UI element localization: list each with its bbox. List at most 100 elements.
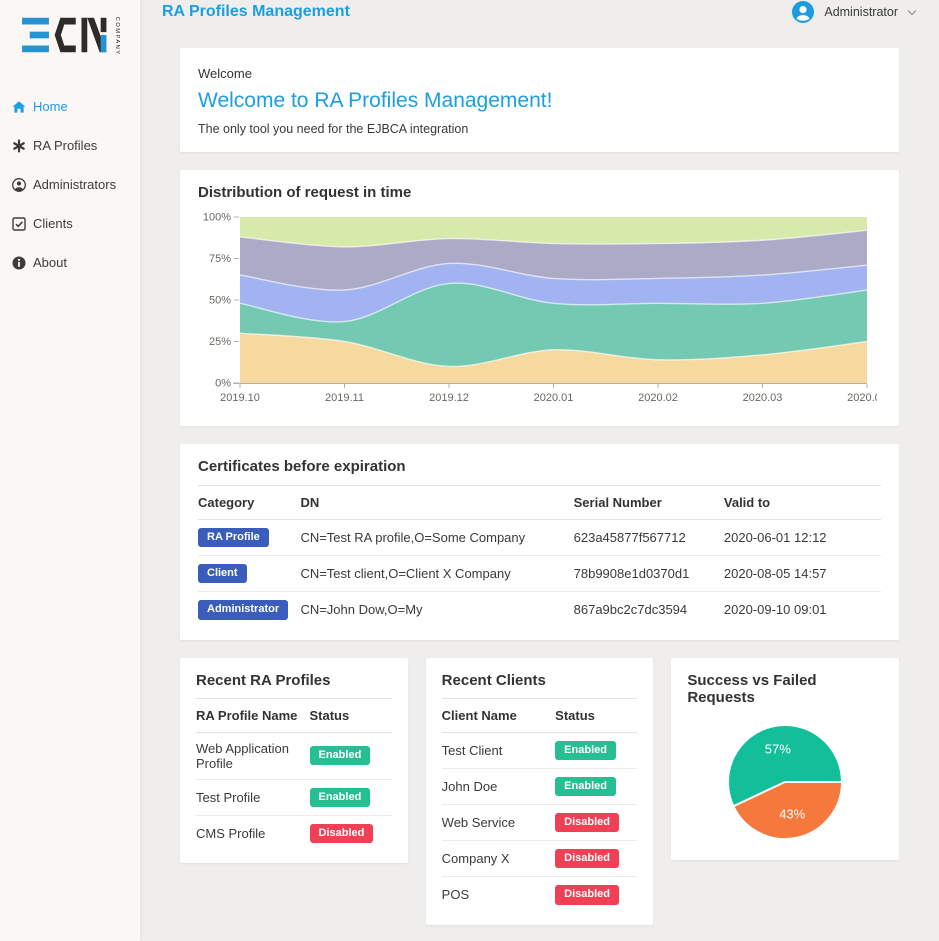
column-header-serial: Serial Number <box>574 486 724 520</box>
valid-to-cell: 2020-08-05 14:57 <box>724 556 881 592</box>
sidebar-item-home[interactable]: Home <box>0 87 140 126</box>
info-circle-icon <box>12 256 26 270</box>
status-cell: Enabled <box>555 732 637 768</box>
status-badge: Enabled <box>310 746 371 765</box>
table-row: John DoeEnabled <box>442 768 638 804</box>
table-row: POSDisabled <box>442 877 638 913</box>
stacked-area-chart: 2019.102019.112019.122020.012020.022020.… <box>198 209 877 411</box>
user-name: Administrator <box>824 5 898 19</box>
status-cell: Disabled <box>310 815 392 851</box>
name-cell: POS <box>442 877 556 913</box>
status-cell: Enabled <box>555 768 637 804</box>
sidebar-item-label: Clients <box>33 216 73 231</box>
recent-clients-card: Recent Clients Client Name Status Test C… <box>426 658 654 925</box>
category-cell: Client <box>198 556 300 592</box>
distribution-chart-card: Distribution of request in time 2019.10 2… <box>180 170 899 426</box>
recent-ra-profiles-card: Recent RA Profiles RA Profile Name Statu… <box>180 658 408 863</box>
dn-cell: CN=John Dow,O=My <box>300 592 573 628</box>
serial-cell: 78b9908e1d0370d1 <box>574 556 724 592</box>
svg-text:0%: 0% <box>215 378 231 390</box>
table-row: CMS ProfileDisabled <box>196 815 392 851</box>
name-cell: Company X <box>442 841 556 877</box>
user-avatar-icon <box>791 0 815 24</box>
welcome-title: Welcome to RA Profiles Management! <box>198 89 881 113</box>
category-cell: RA Profile <box>198 520 300 556</box>
dn-cell: CN=Test RA profile,O=Some Company <box>300 520 573 556</box>
column-header-client-name: Client Name <box>442 699 556 733</box>
svg-text:2020.03: 2020.03 <box>743 392 783 404</box>
sidebar: COMPANY Home RA Profiles <box>0 0 140 941</box>
recent-clients-body: Test ClientEnabledJohn DoeEnabledWeb Ser… <box>442 732 638 912</box>
name-cell: John Doe <box>442 768 556 804</box>
name-cell: Web Application Profile <box>196 732 310 779</box>
category-badge: Administrator <box>198 600 288 619</box>
status-cell: Disabled <box>555 841 637 877</box>
category-badge: Client <box>198 564 247 583</box>
bottom-row: Recent RA Profiles RA Profile Name Statu… <box>180 658 899 941</box>
serial-cell: 867a9bc2c7dc3594 <box>574 592 724 628</box>
svg-text:2019.12: 2019.12 <box>429 392 469 404</box>
status-cell: Enabled <box>310 779 392 815</box>
category-cell: Administrator <box>198 592 300 628</box>
svg-text:2019.10: 2019.10 <box>220 392 260 404</box>
status-cell: Enabled <box>310 732 392 779</box>
sidebar-item-label: Home <box>33 99 68 114</box>
user-circle-icon <box>12 178 26 192</box>
name-cell: Test Client <box>442 732 556 768</box>
certificates-card: Certificates before expiration Category … <box>180 444 899 640</box>
table-row: Client CN=Test client,O=Client X Company7… <box>198 556 881 592</box>
sidebar-item-clients[interactable]: Clients <box>0 204 140 243</box>
table-row: Administrator CN=John Dow,O=My867a9bc2c7d… <box>198 592 881 628</box>
sidebar-item-about[interactable]: About <box>0 243 140 282</box>
main-area: RA Profiles Management Administrator Wel… <box>140 0 939 941</box>
svg-text:25%: 25% <box>209 336 231 348</box>
svg-text:100%: 100% <box>203 212 231 224</box>
column-header-ra-profile-name: RA Profile Name <box>196 699 310 733</box>
user-menu[interactable]: Administrator <box>791 0 917 24</box>
sidebar-item-label: RA Profiles <box>33 138 97 153</box>
sidebar-nav: Home RA Profiles Administr <box>0 87 140 282</box>
name-cell: CMS Profile <box>196 815 310 851</box>
name-cell: Web Service <box>442 804 556 840</box>
company-logo: COMPANY <box>0 8 140 63</box>
success-failed-pie-chart: 57%43% <box>710 716 860 848</box>
welcome-card: Welcome Welcome to RA Profiles Managemen… <box>180 48 899 152</box>
sidebar-item-ra-profiles[interactable]: RA Profiles <box>0 126 140 165</box>
pie-title: Success vs Failed Requests <box>687 672 883 706</box>
column-header-status: Status <box>310 699 392 733</box>
status-badge: Disabled <box>555 849 619 868</box>
table-row: Test ProfileEnabled <box>196 779 392 815</box>
recent-clients-table: Client Name Status Test ClientEnabledJoh… <box>442 699 638 913</box>
app-root: COMPANY Home RA Profiles <box>0 0 939 941</box>
logo-3key-icon: COMPANY <box>16 12 124 58</box>
svg-text:75%: 75% <box>209 253 231 265</box>
page-title: RA Profiles Management <box>162 3 350 21</box>
valid-to-cell: 2020-06-01 12:12 <box>724 520 881 556</box>
sidebar-item-administrators[interactable]: Administrators <box>0 165 140 204</box>
chart-title: Distribution of request in time <box>198 184 881 201</box>
svg-text:43%: 43% <box>779 806 805 821</box>
table-row: Test ClientEnabled <box>442 732 638 768</box>
recent-ra-profiles-title: Recent RA Profiles <box>196 672 392 699</box>
column-header-dn: DN <box>300 486 573 520</box>
table-row: RA Profile CN=Test RA profile,O=Some Comp… <box>198 520 881 556</box>
category-badge: RA Profile <box>198 528 269 547</box>
svg-text:2019.11: 2019.11 <box>325 392 364 404</box>
welcome-eyebrow: Welcome <box>198 66 881 81</box>
certificates-title: Certificates before expiration <box>198 458 881 486</box>
svg-text:50%: 50% <box>209 295 231 307</box>
status-badge: Enabled <box>555 777 616 796</box>
sidebar-item-label: About <box>33 255 67 270</box>
home-icon <box>12 100 26 114</box>
dn-cell: CN=Test client,O=Client X Company <box>300 556 573 592</box>
column-header-category: Category <box>198 486 300 520</box>
valid-to-cell: 2020-09-10 09:01 <box>724 592 881 628</box>
recent-ra-profiles-table: RA Profile Name Status Web Application P… <box>196 699 392 851</box>
column-header-valid-to: Valid to <box>724 486 881 520</box>
svg-text:2020.04: 2020.04 <box>847 392 877 404</box>
table-row: Web ServiceDisabled <box>442 804 638 840</box>
chevron-down-icon <box>907 9 917 16</box>
recent-ra-profiles-body: Web Application ProfileEnabledTest Profi… <box>196 732 392 851</box>
certificates-table-body: RA Profile CN=Test RA profile,O=Some Comp… <box>198 520 881 628</box>
name-cell: Test Profile <box>196 779 310 815</box>
